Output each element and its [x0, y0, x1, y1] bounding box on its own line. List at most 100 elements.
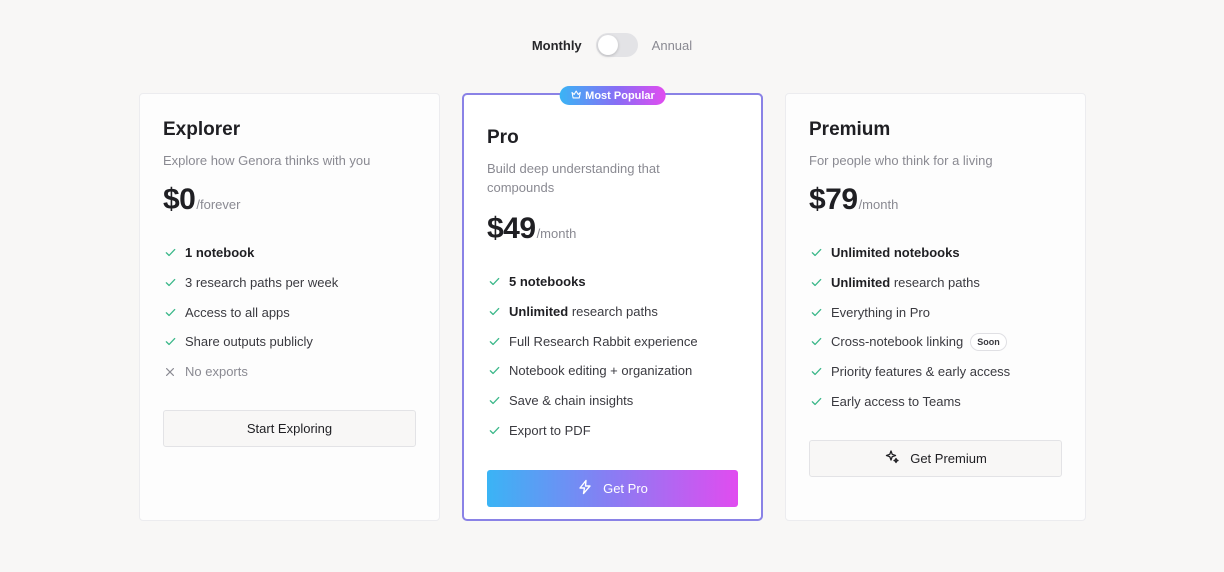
feature-text: Early access to Teams — [831, 394, 961, 409]
check-icon — [163, 276, 177, 290]
feature-bold-text: Unlimited — [831, 275, 891, 291]
plan-title: Pro — [487, 127, 519, 148]
feature-item: No exports — [163, 357, 416, 387]
feature-text: Unlimited research paths — [509, 304, 658, 319]
feature-text: 3 research paths per week — [185, 275, 338, 290]
feature-plain-text: Share outputs publicly — [185, 334, 313, 350]
plan-period: /month — [536, 226, 577, 241]
get-pro-button[interactable]: Get Pro — [487, 470, 738, 508]
monthly-label[interactable]: Monthly — [532, 38, 582, 53]
feature-item: 1 notebook — [163, 238, 416, 268]
check-icon — [487, 394, 501, 408]
check-icon — [809, 394, 823, 408]
feature-item: Early access to Teams — [809, 386, 1062, 416]
feature-list: 1 notebook 3 research paths per week Acces… — [163, 238, 416, 386]
feature-item: Access to all apps — [163, 297, 416, 327]
check-icon — [163, 335, 177, 349]
feature-item: Unlimited research paths — [809, 268, 1062, 298]
plan-card-pro: Most Popular Pro Build deep understandin… — [462, 86, 763, 521]
crown-icon — [570, 89, 581, 103]
check-icon — [163, 246, 177, 260]
check-icon — [809, 365, 823, 379]
price-row: $49 /month — [487, 212, 738, 246]
feature-plain-text: Save & chain insights — [509, 393, 634, 409]
feature-item: Priority features & early access — [809, 357, 1062, 387]
check-icon — [487, 423, 501, 437]
button-label: Start Exploring — [246, 421, 333, 437]
button-label: Get Pro — [603, 481, 648, 497]
feature-item: Everything in Pro — [809, 297, 1062, 327]
plan-subtitle: Build deep understanding that compounds — [487, 161, 660, 195]
plan-period: /forever — [196, 197, 241, 212]
plan-title: Premium — [809, 119, 891, 140]
feature-text: Unlimited notebooks — [831, 245, 960, 260]
feature-item: Notebook editing + organization — [487, 356, 738, 386]
feature-plain-text: No exports — [185, 364, 248, 380]
feature-item: Unlimited research paths — [487, 297, 738, 327]
feature-item: 5 notebooks — [487, 267, 738, 297]
feature-item: Cross-notebook linking Soon — [809, 327, 1062, 357]
check-icon — [487, 305, 501, 319]
check-icon — [487, 275, 501, 289]
feature-plain-text: Early access to Teams — [831, 393, 961, 409]
feature-item: Share outputs publicly — [163, 327, 416, 357]
feature-text: Export to PDF — [509, 423, 591, 438]
button-label: Get Premium — [910, 451, 987, 467]
plan-period: /month — [858, 197, 899, 212]
feature-text: Access to all apps — [185, 305, 290, 320]
feature-plain-text: 3 research paths per week — [185, 275, 339, 291]
feature-text: Notebook editing + organization — [509, 363, 692, 378]
feature-text: 1 notebook — [185, 245, 254, 260]
feature-plain-text: Full Research Rabbit experience — [509, 333, 698, 349]
check-icon — [809, 335, 823, 349]
feature-item: Export to PDF — [487, 415, 738, 445]
plan-subtitle: Explore how Genora thinks with you — [163, 153, 371, 168]
plan-price: $79 — [809, 183, 858, 216]
soon-badge: Soon — [970, 332, 1007, 351]
check-icon — [487, 334, 501, 348]
feature-bold-text: 1 notebook — [185, 245, 255, 261]
feature-item: Save & chain insights — [487, 386, 738, 416]
badge-label: Most Popular — [585, 89, 655, 102]
toggle-knob — [597, 35, 618, 55]
feature-plain-text: research paths — [568, 304, 658, 320]
feature-text: 5 notebooks — [509, 274, 586, 289]
feature-plain-text: Export to PDF — [509, 422, 591, 438]
feature-text: No exports — [185, 364, 248, 379]
start-exploring-button[interactable]: Start Exploring — [163, 410, 416, 448]
feature-text: Share outputs publicly — [185, 334, 313, 349]
check-icon — [809, 246, 823, 260]
feature-text: Everything in Pro — [831, 305, 930, 320]
plan-card-explorer: Explorer Explore how Genora thinks with … — [139, 93, 440, 521]
feature-plain-text: Notebook editing + organization — [509, 363, 693, 379]
annual-label[interactable]: Annual — [652, 38, 692, 53]
get-premium-button[interactable]: Get Premium — [809, 440, 1062, 478]
feature-list: 5 notebooks Unlimited research paths Full … — [487, 267, 738, 445]
feature-plain-text: Cross-notebook linking — [831, 334, 964, 350]
feature-item: 3 research paths per week — [163, 268, 416, 298]
feature-text: Full Research Rabbit experience — [509, 334, 698, 349]
plan-subtitle: For people who think for a living — [809, 153, 993, 168]
billing-toggle-group: Monthly Annual — [0, 33, 1224, 57]
most-popular-badge: Most Popular — [559, 86, 666, 105]
feature-bold-text: Unlimited notebooks — [831, 245, 960, 261]
feature-plain-text: Priority features & early access — [831, 364, 1011, 380]
feature-text: Cross-notebook linking — [831, 334, 963, 349]
feature-text: Save & chain insights — [509, 393, 633, 408]
plan-price: $49 — [487, 212, 536, 245]
check-icon — [487, 364, 501, 378]
feature-item: Full Research Rabbit experience — [487, 326, 738, 356]
feature-list: Unlimited notebooks Unlimited research pa… — [809, 238, 1062, 416]
check-icon — [163, 305, 177, 319]
plan-title: Explorer — [163, 119, 241, 140]
feature-plain-text: Everything in Pro — [831, 304, 930, 320]
feature-text: Unlimited research paths — [831, 275, 980, 290]
feature-bold-text: Unlimited — [509, 304, 569, 320]
check-icon — [809, 276, 823, 290]
billing-toggle-switch[interactable] — [595, 33, 638, 57]
price-row: $0 /forever — [163, 183, 416, 217]
x-icon — [163, 365, 177, 379]
sparkles-icon — [884, 449, 900, 468]
plan-price: $0 — [163, 183, 196, 216]
feature-bold-text: 5 notebooks — [509, 274, 586, 290]
